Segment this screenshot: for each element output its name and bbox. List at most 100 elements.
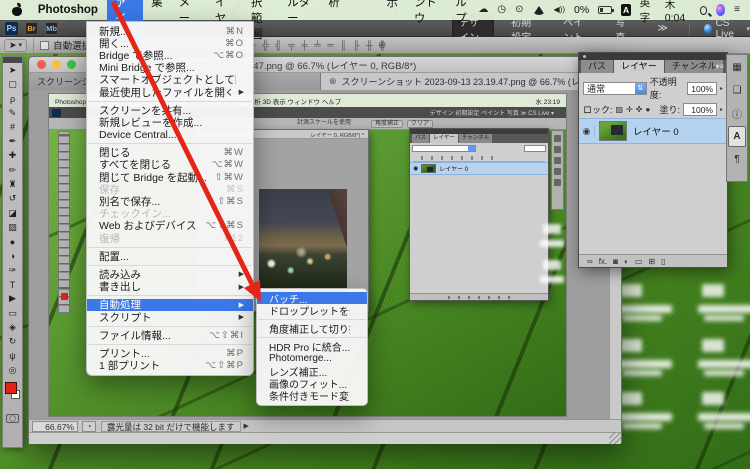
- status-flyout-button[interactable]: ▶: [244, 422, 249, 430]
- gradient-tool-icon[interactable]: ▨: [3, 220, 22, 234]
- menu-item[interactable]: 配置...: [87, 250, 253, 263]
- current-tool-chip[interactable]: ➤ ▾: [4, 38, 28, 52]
- path-selection-tool-icon[interactable]: ▶: [3, 292, 22, 306]
- marquee-tool-icon[interactable]: ▢: [3, 77, 22, 91]
- menu-item[interactable]: 新規レビューを作成...: [87, 116, 253, 129]
- link-layers-icon[interactable]: ∞: [587, 257, 593, 266]
- rectangle-tool-icon[interactable]: ▭: [3, 306, 22, 320]
- crop-tool-icon[interactable]: #: [3, 120, 22, 134]
- new-layer-icon[interactable]: ⊞: [648, 257, 655, 266]
- opacity-slider-button[interactable]: ▸: [720, 85, 723, 92]
- mini-bridge-icon[interactable]: Mb: [45, 21, 58, 35]
- menubar-item-item[interactable]: 表示: [378, 0, 406, 44]
- horizontal-scrollbar[interactable]: [29, 432, 621, 444]
- pen-tool-icon[interactable]: ✑: [3, 263, 22, 277]
- layer-row-selected[interactable]: ◉ レイヤー 0: [579, 118, 727, 144]
- layers-panel-tab[interactable]: パス: [581, 60, 614, 73]
- siri-icon[interactable]: [715, 4, 726, 16]
- layer-thumbnail[interactable]: [599, 121, 627, 141]
- 3d-rotate-tool-icon[interactable]: ◈: [3, 320, 22, 334]
- quick-selection-tool-icon[interactable]: ✎: [3, 106, 22, 120]
- fill-field[interactable]: 100%: [682, 103, 717, 116]
- menu-separator: [88, 143, 252, 145]
- menubar-clock[interactable]: 木 0:04: [665, 0, 691, 24]
- lock-position-icon[interactable]: ✜: [636, 105, 643, 114]
- adjustment-layer-icon[interactable]: ◐: [624, 257, 629, 266]
- character-panel-icon[interactable]: A: [728, 126, 746, 147]
- fill-slider-button[interactable]: ▸: [720, 106, 723, 113]
- styles-panel-icon[interactable]: ❏: [728, 80, 746, 101]
- layer-visibility-icon[interactable]: ◉: [579, 125, 595, 137]
- history-brush-tool-icon[interactable]: ↺: [3, 192, 22, 206]
- auto-select-checkbox[interactable]: [40, 40, 50, 50]
- clone-stamp-tool-icon[interactable]: ♜: [3, 177, 22, 191]
- layer-style-icon[interactable]: fx.: [599, 257, 607, 266]
- lock-pixels-icon[interactable]: ✛: [626, 105, 633, 114]
- menu-item[interactable]: 1 部プリント ⌥⇧⌘P: [87, 360, 253, 372]
- hand-tool-icon[interactable]: ψ: [3, 349, 22, 363]
- close-window-button[interactable]: [37, 60, 46, 69]
- opacity-field[interactable]: 100%: [686, 81, 717, 95]
- close-tab-icon[interactable]: ⊗: [329, 76, 337, 87]
- lock-all-icon[interactable]: ●: [645, 105, 650, 114]
- minimize-window-button[interactable]: [52, 60, 61, 69]
- menu-item[interactable]: ファイル情報... ⌥⇧⌘I: [87, 329, 253, 342]
- search-icon[interactable]: [699, 5, 707, 15]
- menubar-item-item[interactable]: フィルター: [279, 0, 320, 44]
- menu-item[interactable]: 条件付きモード変更...: [257, 389, 367, 403]
- zoom-window-button[interactable]: [67, 60, 76, 69]
- menu-item[interactable]: HDR Pro に統合...: [257, 341, 367, 354]
- menu-item[interactable]: 書き出し ▶: [87, 281, 253, 293]
- control-center-icon[interactable]: ≡: [734, 5, 740, 15]
- menubar-app-name[interactable]: Photoshop: [29, 4, 107, 16]
- info-panel-icon[interactable]: ⓘ: [728, 103, 746, 124]
- menu-item[interactable]: 角度補正して切り抜き: [257, 322, 367, 336]
- apple-menu-icon[interactable]: [12, 4, 22, 16]
- blur-tool-icon[interactable]: ●: [3, 235, 22, 249]
- swatches-panel-icon[interactable]: ▦: [728, 57, 746, 78]
- wifi-icon[interactable]: [532, 5, 545, 15]
- menubar-item-item[interactable]: 解析: [320, 0, 348, 44]
- eyedropper-tool-icon[interactable]: ✒: [3, 134, 22, 148]
- healing-brush-tool-icon[interactable]: ✚: [3, 149, 22, 163]
- menu-item[interactable]: Device Central...: [87, 129, 253, 141]
- dodge-tool-icon[interactable]: ◑: [3, 249, 22, 263]
- layer-name[interactable]: レイヤー 0: [633, 124, 679, 138]
- menubar-item-item[interactable]: ヘルプ: [447, 0, 478, 44]
- menu-item[interactable]: ドロップレットを作成...: [257, 304, 367, 318]
- resize-grip[interactable]: [609, 432, 621, 444]
- sync-icon[interactable]: ⊙: [515, 5, 523, 15]
- lock-transparency-icon[interactable]: ▨: [616, 105, 624, 114]
- layers-panel-tab[interactable]: レイヤー: [614, 60, 664, 73]
- time-machine-icon[interactable]: ◷: [497, 5, 506, 15]
- battery-icon[interactable]: [598, 6, 615, 14]
- menubar-item-item[interactable]: 3D: [348, 0, 379, 44]
- type-tool-icon[interactable]: T: [3, 277, 22, 291]
- move-tool-icon[interactable]: ➤: [3, 63, 22, 77]
- menu-separator: [88, 264, 252, 266]
- zoom-tool-icon[interactable]: ◎: [3, 363, 22, 377]
- quick-mask-button[interactable]: ◯: [6, 413, 19, 423]
- 3d-orbit-tool-icon[interactable]: ↻: [3, 335, 22, 349]
- cloud-icon[interactable]: ☁: [478, 5, 488, 15]
- panel-menu-icon[interactable]: ▾≡: [715, 62, 724, 71]
- eraser-tool-icon[interactable]: ◪: [3, 206, 22, 220]
- lasso-tool-icon[interactable]: ρ: [3, 92, 22, 106]
- menu-item[interactable]: スクリプト ▶: [87, 311, 253, 324]
- input-source-icon[interactable]: A: [621, 4, 631, 16]
- volume-icon[interactable]: ◀)): [554, 6, 565, 14]
- layer-mask-icon[interactable]: ◙: [613, 257, 618, 266]
- input-source-label[interactable]: 英字: [640, 0, 656, 25]
- delete-layer-icon[interactable]: ▯: [661, 257, 665, 266]
- zoom-level-field[interactable]: 66.67%: [32, 420, 78, 432]
- paragraph-panel-icon[interactable]: ¶: [728, 149, 746, 170]
- menubar-item-item[interactable]: ウィンドウ: [406, 0, 447, 44]
- bridge-icon[interactable]: Br: [25, 21, 38, 35]
- document-tab[interactable]: ⊗ スクリーンショット 2023-09-13 23.19.47.png @ 66.…: [321, 73, 621, 90]
- blend-mode-select[interactable]: 通常: [583, 81, 647, 95]
- foreground-color-swatch[interactable]: [5, 381, 17, 394]
- menu-item[interactable]: 最近使用したファイルを開く ▶: [87, 86, 253, 99]
- layer-group-icon[interactable]: ▭: [635, 257, 643, 266]
- panel-titlebar[interactable]: [579, 53, 727, 60]
- brush-tool-icon[interactable]: ✏: [3, 163, 22, 177]
